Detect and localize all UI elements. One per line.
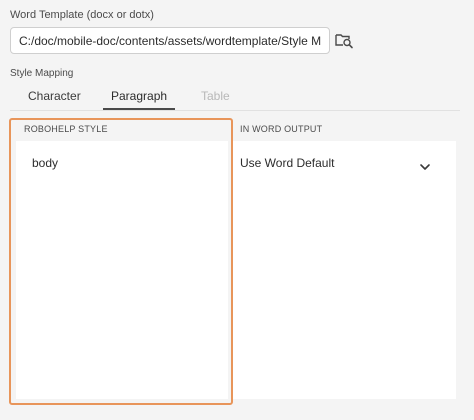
style-name-body[interactable]: body [32, 156, 58, 170]
browse-template-button[interactable] [334, 30, 354, 50]
word-output-value: Use Word Default [240, 156, 335, 170]
robohelp-style-list [16, 141, 228, 399]
style-mapping-label: Style Mapping [10, 68, 74, 79]
robohelp-style-column-header: ROBOHELP STYLE [24, 124, 108, 134]
word-output-list [232, 141, 456, 399]
style-mapping-tabs: Character Paragraph Table [10, 84, 460, 111]
tab-paragraph[interactable]: Paragraph [103, 88, 176, 110]
tab-character[interactable]: Character [28, 88, 81, 109]
tab-table: Table [201, 89, 230, 103]
chevron-down-icon [419, 159, 431, 170]
folder-search-icon [335, 34, 353, 49]
word-template-path-input[interactable] [10, 27, 330, 54]
word-output-column-header: IN WORD OUTPUT [240, 124, 323, 134]
word-template-label: Word Template (docx or dotx) [10, 9, 154, 21]
